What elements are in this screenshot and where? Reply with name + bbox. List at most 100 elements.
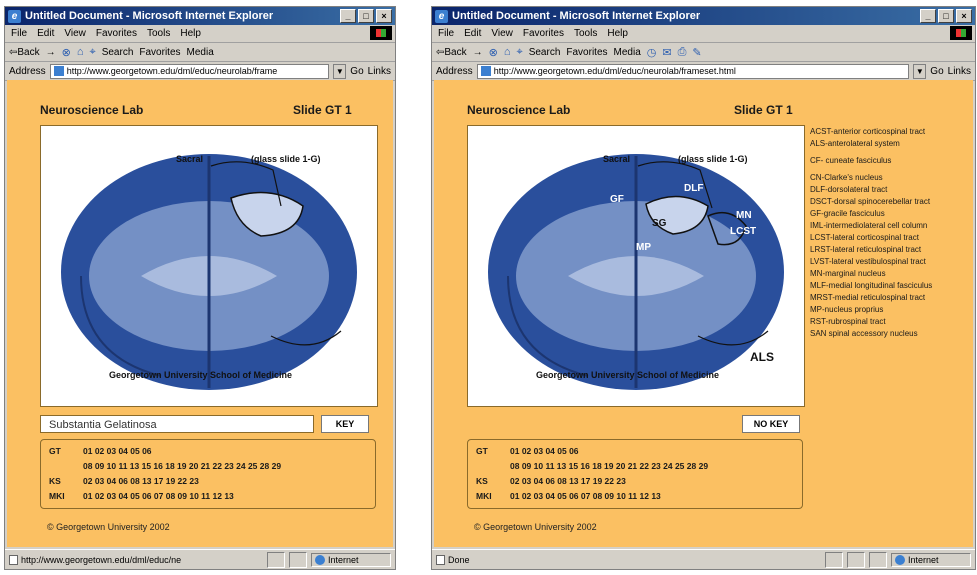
minimize-button[interactable]: _ <box>920 9 936 23</box>
menu-favorites[interactable]: Favorites <box>96 28 137 39</box>
label-sg[interactable]: SG <box>652 218 666 229</box>
index-mki-line[interactable]: 01 02 03 04 05 06 07 08 09 10 11 12 13 <box>510 491 661 501</box>
index-ks-label: KS <box>476 476 488 486</box>
label-dlf[interactable]: DLF <box>684 183 703 194</box>
menu-tools[interactable]: Tools <box>147 28 170 39</box>
copyright: © Georgetown University 2002 <box>474 522 597 532</box>
key-entry: ALS-anterolateral system <box>810 139 900 148</box>
spinal-cord-section <box>61 154 357 390</box>
refresh-icon[interactable]: ⌖ <box>90 46 96 59</box>
key-entry: IML-intermediolateral cell column <box>810 221 928 230</box>
search-button[interactable]: Search <box>102 47 134 58</box>
menu-help[interactable]: Help <box>607 28 628 39</box>
key-entry: RST-rubrospinal tract <box>810 317 886 326</box>
forward-button[interactable]: → <box>46 47 56 58</box>
label-als[interactable]: ALS <box>750 350 774 364</box>
menu-view[interactable]: View <box>491 28 513 39</box>
menu-view[interactable]: View <box>64 28 86 39</box>
edit-icon[interactable]: ✎ <box>692 46 701 59</box>
media-button[interactable]: Media <box>187 47 214 58</box>
menu-favorites[interactable]: Favorites <box>523 28 564 39</box>
label-lcst[interactable]: LCST <box>730 226 756 237</box>
status-text: http://www.georgetown.edu/dml/educ/ne <box>21 554 182 565</box>
index-mki-line[interactable]: 01 02 03 04 05 06 07 08 09 10 11 12 13 <box>83 491 234 501</box>
minimize-button[interactable]: _ <box>340 9 356 23</box>
maximize-button[interactable]: □ <box>938 9 954 23</box>
menu-edit[interactable]: Edit <box>464 28 481 39</box>
address-input[interactable]: http://www.georgetown.edu/dml/educ/neuro… <box>49 63 330 79</box>
history-icon[interactable]: ◷ <box>647 46 657 59</box>
title-bar[interactable]: e Untitled Document - Microsoft Internet… <box>432 7 975 25</box>
forward-button[interactable]: → <box>473 47 483 58</box>
links-button[interactable]: Links <box>948 66 971 77</box>
index-ks-line[interactable]: 02 03 04 06 08 13 17 19 22 23 <box>510 476 626 486</box>
favorites-button[interactable]: Favorites <box>139 47 180 58</box>
back-button[interactable]: ⇦Back <box>436 47 467 58</box>
search-button[interactable]: Search <box>529 47 561 58</box>
mail-icon[interactable]: ✉ <box>662 46 671 59</box>
stop-icon[interactable]: ⊗ <box>489 46 498 59</box>
page-icon <box>480 66 491 76</box>
refresh-icon[interactable]: ⌖ <box>517 46 523 59</box>
menu-tools[interactable]: Tools <box>574 28 597 39</box>
back-button[interactable]: ⇦Back <box>9 47 40 58</box>
media-button[interactable]: Media <box>614 47 641 58</box>
links-button[interactable]: Links <box>368 66 391 77</box>
label-mp[interactable]: MP <box>636 242 651 253</box>
maximize-button[interactable]: □ <box>358 9 374 23</box>
status-text: Done <box>448 554 470 565</box>
index-gt-line1[interactable]: 01 02 03 04 05 06 <box>510 446 579 456</box>
browser-window-right: e Untitled Document - Microsoft Internet… <box>431 6 976 570</box>
index-ks-label: KS <box>49 476 61 486</box>
home-icon[interactable]: ⌂ <box>504 46 511 58</box>
status-cell <box>289 551 307 568</box>
slide-image[interactable]: Sacral (glass slide 1-G) Georgetown Univ… <box>467 125 805 407</box>
index-ks-line[interactable]: 02 03 04 06 08 13 17 19 22 23 <box>83 476 199 486</box>
answer-field[interactable]: Substantia Gelatinosa <box>40 415 314 433</box>
menu-edit[interactable]: Edit <box>37 28 54 39</box>
spinal-cord-section <box>488 154 784 390</box>
label-gf[interactable]: GF <box>610 194 624 205</box>
toolbar: ⇦Back → ⊗ ⌂ ⌖ Search Favorites Media <box>5 43 395 62</box>
key-entry: LVST-lateral vestibulospinal tract <box>810 257 926 266</box>
title-bar[interactable]: e Untitled Document - Microsoft Internet… <box>5 7 395 25</box>
stop-icon[interactable]: ⊗ <box>62 46 71 59</box>
address-value: http://www.georgetown.edu/dml/educ/neuro… <box>66 65 278 76</box>
menu-bar: File Edit View Favorites Tools Help <box>5 25 395 43</box>
index-gt-label: GT <box>476 446 488 456</box>
close-button[interactable]: × <box>376 9 392 23</box>
home-icon[interactable]: ⌂ <box>77 46 84 58</box>
slide-title: Slide GT 1 <box>293 103 352 117</box>
key-entry: SAN spinal accessory nucleus <box>810 329 918 338</box>
print-icon[interactable]: ⎙ <box>678 46 687 59</box>
close-button[interactable]: × <box>956 9 972 23</box>
key-entry: MRST-medial reticulospinal tract <box>810 293 926 302</box>
index-gt-line2[interactable]: 08 09 10 11 13 15 16 18 19 20 21 22 23 2… <box>83 461 281 471</box>
slide-caption-glass: (glass slide 1-G) <box>251 154 321 164</box>
zone-label: Internet <box>908 554 939 565</box>
key-button[interactable]: KEY <box>321 415 369 433</box>
window-title: Untitled Document - Microsoft Internet E… <box>25 10 274 22</box>
index-gt-line2[interactable]: 08 09 10 11 13 15 16 18 19 20 21 22 23 2… <box>510 461 708 471</box>
key-entry: MLF-medial longitudinal fasciculus <box>810 281 933 290</box>
zone-indicator: Internet <box>311 552 391 567</box>
index-gt-line1[interactable]: 01 02 03 04 05 06 <box>83 446 152 456</box>
menu-file[interactable]: File <box>11 28 27 39</box>
menu-help[interactable]: Help <box>180 28 201 39</box>
menu-file[interactable]: File <box>438 28 454 39</box>
address-input[interactable]: http://www.georgetown.edu/dml/educ/neuro… <box>476 63 910 79</box>
key-entry: MP-nucleus proprius <box>810 305 884 314</box>
go-button[interactable]: Go <box>930 66 943 77</box>
slide-caption-bottom: Georgetown University School of Medicine <box>109 370 293 380</box>
go-button[interactable]: Go <box>350 66 363 77</box>
key-entry: CN-Clarke's nucleus <box>810 173 883 182</box>
no-key-button[interactable]: NO KEY <box>742 415 800 433</box>
address-dropdown-icon[interactable]: ▼ <box>913 63 927 79</box>
address-dropdown-icon[interactable]: ▼ <box>333 63 347 79</box>
copyright: © Georgetown University 2002 <box>47 522 170 532</box>
slide-image[interactable]: Sacral (glass slide 1-G) Georgetown Univ… <box>40 125 378 407</box>
key-entry: CF- cuneate fasciculus <box>810 156 892 165</box>
favorites-button[interactable]: Favorites <box>566 47 607 58</box>
slide-caption-sacral: Sacral <box>603 154 631 164</box>
label-mn[interactable]: MN <box>736 210 752 221</box>
